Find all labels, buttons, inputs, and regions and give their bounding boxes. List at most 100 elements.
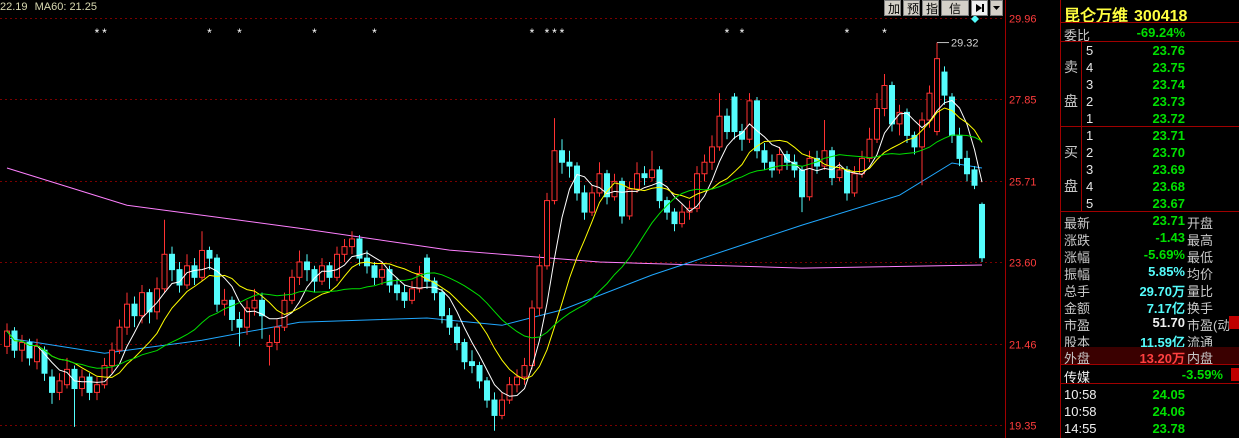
candle-up <box>544 200 550 267</box>
candle-down <box>311 269 318 282</box>
chevron-down-icon <box>993 6 1000 10</box>
stat-row-last: 最新 23.71 开盘 <box>1061 212 1239 231</box>
candle-down <box>731 96 738 133</box>
buy-level-row[interactable]: 1 23.71 <box>1061 127 1239 144</box>
moving-average-line <box>6 134 983 369</box>
tick-row: 14:55 23.78 <box>1061 420 1239 437</box>
candle-up <box>746 100 753 140</box>
candle-up <box>334 253 340 278</box>
candle-up <box>116 326 123 351</box>
candle-down <box>566 161 573 167</box>
buy-level-row[interactable]: 4 23.68 <box>1061 178 1239 195</box>
candle-up <box>349 238 355 248</box>
candle-down <box>754 100 760 152</box>
candle-down <box>401 292 408 301</box>
candle-up <box>221 299 228 305</box>
divider <box>1061 22 1239 23</box>
stat-value: 5.85% <box>1148 264 1185 279</box>
candle-down <box>889 85 895 125</box>
signal-star-marker: * <box>237 26 242 40</box>
signal-star-marker: * <box>545 26 550 40</box>
candle-up <box>244 307 250 328</box>
sell-level-row[interactable]: 3 23.74 <box>1061 76 1239 93</box>
candle-up <box>589 192 595 213</box>
candle-down <box>641 173 648 179</box>
signal-star-marker: * <box>560 26 565 40</box>
moving-average-line <box>6 167 983 269</box>
sell-level-index: 2 <box>1086 94 1094 109</box>
signal-star-marker: * <box>845 26 850 40</box>
candle-down <box>214 257 220 305</box>
sell-level-index: 4 <box>1086 60 1094 75</box>
sell-level-price: 23.73 <box>1152 94 1185 109</box>
candle-up <box>124 303 130 328</box>
candle-up <box>79 376 85 390</box>
candle-up <box>934 58 940 133</box>
sell-level-row[interactable]: 5 23.76 <box>1061 42 1239 59</box>
kline-chart[interactable]: 29.9627.8525.7123.6021.4619.35* * * * * * * * * *… <box>0 0 1060 438</box>
moving-average-line <box>6 107 983 380</box>
candle-down <box>191 265 198 278</box>
candle-down <box>941 71 948 96</box>
candle-up <box>266 342 273 347</box>
candle-down <box>131 303 138 317</box>
indicator-button[interactable]: 指 <box>922 0 939 16</box>
buy-level-row[interactable]: 3 23.69 <box>1061 161 1239 178</box>
candle-up <box>109 349 115 367</box>
candle-down <box>956 134 963 159</box>
candle-down <box>454 326 460 344</box>
candle-up <box>634 173 640 190</box>
sell-level-row[interactable]: 4 23.75 <box>1061 59 1239 76</box>
y-tick-label: 23.60 <box>1009 258 1037 270</box>
high-annotation-label: 29.32 <box>951 38 979 50</box>
signal-star-marker: * <box>530 26 535 40</box>
candle-up <box>626 188 633 217</box>
header-last-value: 22.19 <box>0 1 28 13</box>
info-button[interactable]: 信息 <box>941 0 969 32</box>
buy-level-index: 1 <box>1086 128 1094 143</box>
sector-change: -3.59% <box>1181 367 1223 382</box>
y-tick-label: 25.71 <box>1009 177 1037 189</box>
candle-up <box>409 288 415 301</box>
candle-up <box>161 253 168 290</box>
buy-level-index: 5 <box>1086 196 1094 211</box>
dropdown-button[interactable] <box>990 0 1003 16</box>
pe-indicator-icon <box>1229 316 1239 329</box>
candle-down <box>664 200 670 213</box>
candle-down <box>229 299 235 321</box>
buy-level-index: 3 <box>1086 162 1094 177</box>
candle-up <box>296 261 303 278</box>
candle-down <box>799 169 805 198</box>
weibi-row: 委比 -69.24% <box>1061 24 1239 43</box>
add-button[interactable]: 加 <box>884 0 901 16</box>
candle-up <box>851 173 858 194</box>
tick-price: 23.78 <box>1152 421 1185 436</box>
sector-row[interactable]: 传媒 -3.59% <box>1061 366 1239 385</box>
ma-layer <box>6 99 983 397</box>
buy-level-row[interactable]: 2 23.70 <box>1061 144 1239 161</box>
sell-level-row[interactable]: 1 23.72 <box>1061 110 1239 127</box>
candle-down <box>394 284 400 294</box>
candle-down <box>86 376 93 393</box>
stat-row-pe: 市盈 51.70 市盈(动 <box>1061 314 1239 333</box>
candle-up <box>514 376 520 386</box>
buy-level-row[interactable]: 5 23.67 <box>1061 195 1239 212</box>
candle-up <box>836 169 843 179</box>
signal-star-marker: * <box>102 26 107 40</box>
candle-down <box>724 115 730 133</box>
buy-level-price: 23.67 <box>1152 196 1185 211</box>
candle-up <box>341 246 348 255</box>
sell-level-index: 5 <box>1086 43 1094 58</box>
candle-up <box>529 307 535 367</box>
candle-down <box>461 342 468 363</box>
candle-up <box>199 249 205 278</box>
chart-toolbar: 加 预 指 信息 <box>884 0 1003 32</box>
candle-down <box>206 249 213 259</box>
candle-down <box>559 150 565 163</box>
sell-level-price: 23.75 <box>1152 60 1185 75</box>
skip-end-button[interactable] <box>971 0 988 16</box>
alert-button[interactable]: 预 <box>903 0 920 16</box>
candle-down <box>491 399 498 416</box>
sell-level-row[interactable]: 2 23.73 <box>1061 93 1239 110</box>
stat-row-change-pct: 涨幅 -5.69% 最低 <box>1061 246 1239 265</box>
